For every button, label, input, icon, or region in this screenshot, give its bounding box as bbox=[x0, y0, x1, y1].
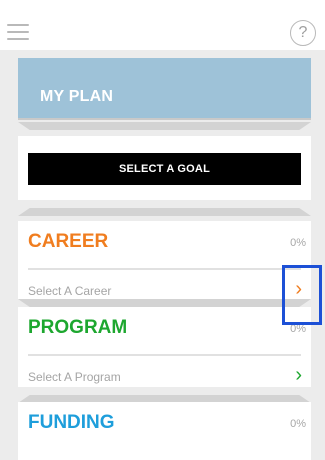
career-percent: 0% bbox=[290, 237, 306, 249]
program-section: PROGRAM 0% Select A Program › bbox=[18, 307, 311, 387]
plan-header: MY PLAN bbox=[18, 58, 311, 120]
program-progress-line bbox=[28, 354, 301, 356]
funding-title: FUNDING bbox=[28, 412, 115, 433]
program-chevron-icon[interactable]: › bbox=[295, 365, 302, 385]
select-program-link[interactable]: Select A Program bbox=[28, 370, 121, 384]
help-icon[interactable]: ? bbox=[290, 20, 316, 46]
menu-line bbox=[7, 24, 29, 26]
divider bbox=[18, 299, 311, 307]
top-bar: ? bbox=[0, 0, 325, 50]
plan-title: MY PLAN bbox=[40, 88, 114, 105]
funding-section: FUNDING 0% bbox=[18, 402, 311, 460]
funding-percent: 0% bbox=[290, 418, 306, 430]
career-progress-line bbox=[28, 268, 301, 270]
highlight-box bbox=[282, 265, 322, 325]
select-career-link[interactable]: Select A Career bbox=[28, 284, 111, 298]
hamburger-icon[interactable] bbox=[7, 24, 29, 40]
menu-line bbox=[7, 31, 29, 33]
divider bbox=[18, 122, 311, 130]
plan-content: MY PLAN SELECT A GOAL CAREER 0% Select A… bbox=[16, 50, 312, 460]
program-title: PROGRAM bbox=[28, 317, 128, 338]
career-title: CAREER bbox=[28, 231, 109, 252]
menu-line bbox=[7, 38, 29, 40]
select-goal-button[interactable]: SELECT A GOAL bbox=[28, 153, 301, 185]
divider bbox=[18, 208, 311, 216]
career-section: CAREER 0% Select A Career › bbox=[18, 221, 311, 299]
goal-card: SELECT A GOAL bbox=[18, 136, 311, 200]
